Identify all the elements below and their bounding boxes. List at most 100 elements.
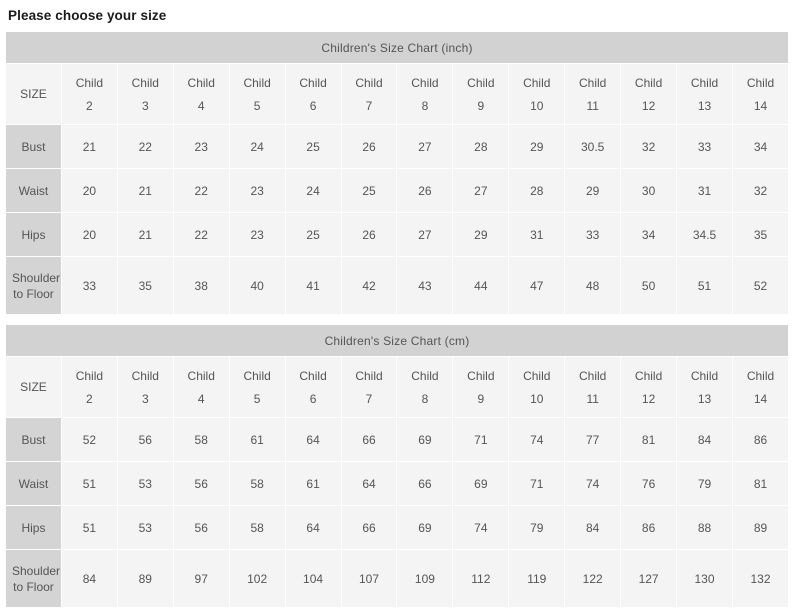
row-label: Waist (6, 169, 61, 213)
measurement-cell: 24 (285, 169, 341, 213)
column-header-word: Child (690, 368, 719, 383)
size-charts-container: Children's Size Chart (inch) SIZE Child 2 Ch… (0, 31, 800, 608)
column-header-word: Child (746, 75, 775, 90)
column-header-child-8: Child 8 (397, 357, 453, 418)
column-header-child-3: Child 3 (117, 64, 173, 125)
measurement-cell: 22 (173, 169, 229, 213)
measurement-cell: 77 (565, 418, 621, 462)
column-header-child-12: Child 12 (621, 357, 677, 418)
column-header-number: 14 (753, 391, 768, 406)
measurement-cell: 34.5 (677, 213, 732, 257)
measurement-cell: 21 (117, 169, 173, 213)
column-header-number: 2 (86, 391, 93, 406)
measurement-cell: 27 (397, 125, 453, 169)
measurement-cell: 69 (397, 418, 453, 462)
measurement-cell: 25 (285, 125, 341, 169)
column-header-word: Child (690, 75, 719, 90)
column-header-word: Child (187, 75, 215, 90)
column-header-child-9: Child 9 (453, 357, 509, 418)
measurement-cell: 56 (173, 462, 229, 506)
row-label: Bust (6, 125, 61, 169)
column-header-number: 6 (309, 391, 317, 406)
table-row: Shoulder to Floor 84 89 97 102 104 107 109 112 11… (6, 550, 788, 608)
column-header-word: Child (299, 368, 327, 383)
measurement-cell: 29 (565, 169, 621, 213)
measurement-cell: 22 (117, 125, 173, 169)
column-header-word: Child (131, 75, 159, 90)
measurement-cell: 88 (677, 506, 732, 550)
column-header-child-6: Child 6 (285, 64, 341, 125)
measurement-cell: 51 (61, 506, 117, 550)
table-row: Waist 20 21 22 23 24 25 26 27 28 29 30 31 32 (6, 169, 788, 213)
measurement-cell: 48 (565, 257, 621, 315)
measurement-cell: 51 (677, 257, 732, 315)
column-header-child-11: Child 11 (565, 357, 621, 418)
column-header-word: Child (523, 368, 551, 383)
row-label: Bust (6, 418, 61, 462)
measurement-cell: 56 (117, 418, 173, 462)
column-header-child-4: Child 4 (173, 64, 229, 125)
measurement-cell: 64 (285, 418, 341, 462)
size-chart-table: Children's Size Chart (cm) SIZE Child 2 Chil… (5, 324, 789, 608)
column-header-number: 5 (253, 391, 261, 406)
column-header-child-5: Child 5 (229, 357, 285, 418)
column-header-number: 2 (86, 98, 93, 113)
measurement-cell: 23 (173, 125, 229, 169)
row-label: Waist (6, 462, 61, 506)
measurement-cell: 102 (229, 550, 285, 608)
column-header-word: Child (634, 75, 663, 90)
measurement-cell: 58 (229, 506, 285, 550)
measurement-cell: 74 (453, 506, 509, 550)
row-label: Shoulder to Floor (6, 550, 61, 608)
size-chart-table: Children's Size Chart (inch) SIZE Child 2 Ch… (5, 31, 789, 316)
column-header-word: Child (75, 368, 104, 383)
table-row: Bust 21 22 23 24 25 26 27 28 29 30.5 32 33 34 (6, 125, 788, 169)
chart-header-row: SIZE Child 2 Child 3 Child 4 Child 5 Child 6 Child 7… (6, 357, 788, 418)
measurement-cell: 26 (341, 213, 397, 257)
measurement-cell: 64 (341, 462, 397, 506)
measurement-cell: 69 (397, 506, 453, 550)
column-header-word: Child (355, 75, 383, 90)
measurement-cell: 41 (285, 257, 341, 315)
column-header-number: 7 (365, 391, 373, 406)
measurement-cell: 28 (453, 125, 509, 169)
column-header-number: 14 (753, 98, 768, 113)
column-header-number: 8 (421, 98, 429, 113)
measurement-cell: 43 (397, 257, 453, 315)
chart-caption: Children's Size Chart (cm) (6, 325, 788, 357)
chart-caption: Children's Size Chart (inch) (6, 32, 788, 64)
chart-caption-row: Children's Size Chart (cm) (6, 325, 788, 357)
table-row: Waist 51 53 56 58 61 64 66 69 71 74 76 79 81 (6, 462, 788, 506)
column-header-number: 3 (141, 98, 149, 113)
measurement-cell: 50 (621, 257, 677, 315)
column-header-number: 7 (365, 98, 373, 113)
measurement-cell: 40 (229, 257, 285, 315)
column-header-number: 4 (197, 98, 205, 113)
measurement-cell: 107 (341, 550, 397, 608)
measurement-cell: 52 (732, 257, 788, 315)
measurement-cell: 21 (61, 125, 117, 169)
column-header-child-8: Child 8 (397, 64, 453, 125)
measurement-cell: 84 (61, 550, 117, 608)
column-header-number: 8 (421, 391, 429, 406)
column-header-child-7: Child 7 (341, 357, 397, 418)
measurement-cell: 35 (732, 213, 788, 257)
measurement-cell: 33 (61, 257, 117, 315)
measurement-cell: 30 (621, 169, 677, 213)
measurement-cell: 22 (173, 213, 229, 257)
column-header-number: 13 (697, 391, 712, 406)
measurement-cell: 32 (621, 125, 677, 169)
table-row: Shoulder to Floor 33 35 38 40 41 42 43 44 47 48 50 5… (6, 257, 788, 315)
column-header-word: Child (579, 75, 607, 90)
column-header-child-3: Child 3 (117, 357, 173, 418)
column-header-word: Child (75, 75, 104, 90)
measurement-cell: 74 (509, 418, 565, 462)
measurement-cell: 44 (453, 257, 509, 315)
measurement-cell: 89 (732, 506, 788, 550)
measurement-cell: 51 (61, 462, 117, 506)
measurement-cell: 97 (173, 550, 229, 608)
measurement-cell: 84 (677, 418, 732, 462)
measurement-cell: 38 (173, 257, 229, 315)
measurement-cell: 23 (229, 213, 285, 257)
measurement-cell: 71 (509, 462, 565, 506)
